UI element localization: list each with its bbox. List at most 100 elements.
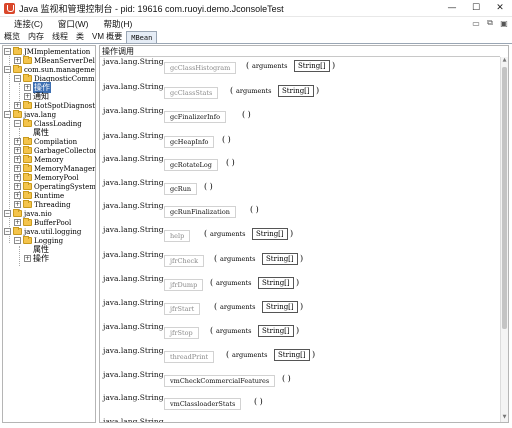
argument-input[interactable]: String[] xyxy=(262,301,298,313)
return-type: java.lang.String xyxy=(103,322,164,331)
argument-input[interactable]: String[] xyxy=(258,325,294,337)
expand-icon[interactable]: + xyxy=(14,138,21,145)
tab-mbean[interactable]: MBean xyxy=(126,31,158,43)
operation-button[interactable]: help xyxy=(164,230,191,242)
tree-node[interactable]: − JMImplementation xyxy=(4,47,90,56)
tree-node[interactable]: + MemoryManager xyxy=(14,164,95,173)
return-type: java.lang.String xyxy=(103,201,164,210)
tree-node[interactable]: 属性 xyxy=(24,128,49,137)
operation-button[interactable]: gcClassStats xyxy=(164,87,219,99)
expand-icon[interactable]: + xyxy=(14,174,21,181)
expand-icon[interactable]: + xyxy=(14,147,21,154)
tree-node[interactable]: + MBeanServerDeleg xyxy=(14,56,95,65)
argument-input[interactable]: String[] xyxy=(258,277,294,289)
tree-node[interactable]: + MemoryPool xyxy=(14,173,79,182)
tree-node[interactable]: −DiagnosticCommand xyxy=(14,74,95,83)
operation-button[interactable]: jfrStop xyxy=(164,327,199,339)
tree-node[interactable]: + Memory xyxy=(14,155,63,164)
expand-icon[interactable]: + xyxy=(14,102,21,109)
tree-node[interactable]: + HotSpotDiagnostic xyxy=(14,101,95,110)
open-paren: ( xyxy=(210,278,214,287)
collapse-icon[interactable]: − xyxy=(14,237,21,244)
tab-memory[interactable]: 内存 xyxy=(24,31,48,43)
operation-button[interactable]: gcClassHistogram xyxy=(164,62,237,74)
tree-node[interactable]: + 通知 xyxy=(24,92,49,101)
argument-input[interactable]: String[] xyxy=(252,228,288,240)
argument-input[interactable]: String[] xyxy=(294,60,330,72)
collapse-icon[interactable]: − xyxy=(14,75,21,82)
open-paren: ( xyxy=(230,86,234,95)
operation-button[interactable]: jfrDump xyxy=(164,279,204,291)
expand-icon[interactable]: + xyxy=(14,192,21,199)
folder-icon xyxy=(23,164,32,172)
folder-icon xyxy=(13,110,22,118)
operation-button[interactable]: gcHeapInfo xyxy=(164,136,215,148)
tab-classes[interactable]: 类 xyxy=(72,31,88,43)
tree-node[interactable]: + Compilation xyxy=(14,137,77,146)
close-button[interactable]: ✕ xyxy=(488,0,512,16)
operation-button[interactable]: jfrStart xyxy=(164,303,201,315)
operation-button[interactable]: jfrCheck xyxy=(164,255,205,267)
tab-vm-summary[interactable]: VM 概要 xyxy=(88,31,126,43)
menu-help[interactable]: 帮助(H) xyxy=(93,18,137,30)
expand-icon[interactable]: + xyxy=(24,93,31,100)
empty-args: ( ) xyxy=(250,205,259,214)
operation-button[interactable]: gcFinalizerInfo xyxy=(164,111,227,123)
empty-args: ( ) xyxy=(282,374,291,383)
operation-button[interactable]: gcRotateLog xyxy=(164,159,218,171)
tree-node[interactable]: − java.lang xyxy=(4,110,56,119)
folder-icon xyxy=(23,191,32,199)
scroll-up-icon[interactable]: ▲ xyxy=(501,57,508,65)
collapse-icon[interactable]: − xyxy=(14,120,21,127)
tab-overview[interactable]: 概览 xyxy=(0,31,24,43)
collapse-icon[interactable]: − xyxy=(4,228,11,235)
argument-input[interactable]: String[] xyxy=(278,85,314,97)
menu-connection[interactable]: 连接(C) xyxy=(0,18,47,30)
menu-window[interactable]: 窗口(W) xyxy=(47,18,93,30)
iframe-restore-icon[interactable]: ⧉ xyxy=(484,17,496,29)
collapse-icon[interactable]: − xyxy=(4,210,11,217)
tree-node[interactable]: + Runtime xyxy=(14,191,64,200)
tab-threads[interactable]: 线程 xyxy=(48,31,72,43)
scrollbar-thumb[interactable] xyxy=(502,67,507,329)
tree-node[interactable]: − com.sun.management xyxy=(4,65,95,74)
argument-input[interactable]: String[] xyxy=(274,349,310,361)
operation-button[interactable]: gcRun xyxy=(164,183,198,195)
operation-row: java.lang.String gcClassStats (arguments St… xyxy=(100,82,500,99)
expand-icon[interactable]: + xyxy=(14,201,21,208)
operation-button[interactable]: vmCheckCommercialFeatures xyxy=(164,375,276,387)
expand-icon[interactable]: + xyxy=(14,156,21,163)
operation-button[interactable]: vmClassloaderStats xyxy=(164,398,242,410)
expand-icon[interactable]: + xyxy=(24,84,31,91)
collapse-icon[interactable]: − xyxy=(4,111,11,118)
operation-button[interactable]: threadPrint xyxy=(164,351,215,363)
iframe-minimize-icon[interactable]: ▭ xyxy=(470,17,482,29)
maximize-button[interactable]: ☐ xyxy=(464,0,488,16)
collapse-icon[interactable]: − xyxy=(4,48,11,55)
operation-row: java.lang.String gcRunFinalization ( ) xyxy=(100,201,500,218)
tree-guide xyxy=(19,246,20,266)
return-type: java.lang.String xyxy=(103,370,164,379)
tree-node[interactable]: + OperatingSystem xyxy=(14,182,95,191)
expand-icon[interactable]: + xyxy=(14,219,21,226)
iframe-maximize-icon[interactable]: ▣ xyxy=(498,17,510,29)
tree-node[interactable]: − java.nio xyxy=(4,209,52,218)
minimize-button[interactable]: — xyxy=(440,0,464,16)
tree-node[interactable]: − java.util.logging xyxy=(4,227,81,236)
argument-input[interactable]: String[] xyxy=(262,253,298,265)
collapse-icon[interactable]: − xyxy=(4,66,11,73)
expand-icon[interactable]: + xyxy=(14,57,21,64)
tree-node[interactable]: + 操作 xyxy=(24,254,49,263)
open-paren: ( xyxy=(214,254,218,263)
tree-node[interactable]: + GarbageCollector xyxy=(14,146,95,155)
tree-node[interactable]: + Threading xyxy=(14,200,71,209)
mbean-tree[interactable]: −JMImplementation +MBeanServerDeleg −com… xyxy=(2,45,96,423)
vertical-scrollbar[interactable]: ▲ ▼ xyxy=(500,57,508,422)
scroll-down-icon[interactable]: ▼ xyxy=(501,414,508,422)
expand-icon[interactable]: + xyxy=(14,165,21,172)
folder-icon xyxy=(13,209,22,217)
expand-icon[interactable]: + xyxy=(24,255,31,262)
operation-button[interactable]: gcRunFinalization xyxy=(164,206,236,218)
expand-icon[interactable]: + xyxy=(14,183,21,190)
tree-node[interactable]: + BufferPool xyxy=(14,218,71,227)
